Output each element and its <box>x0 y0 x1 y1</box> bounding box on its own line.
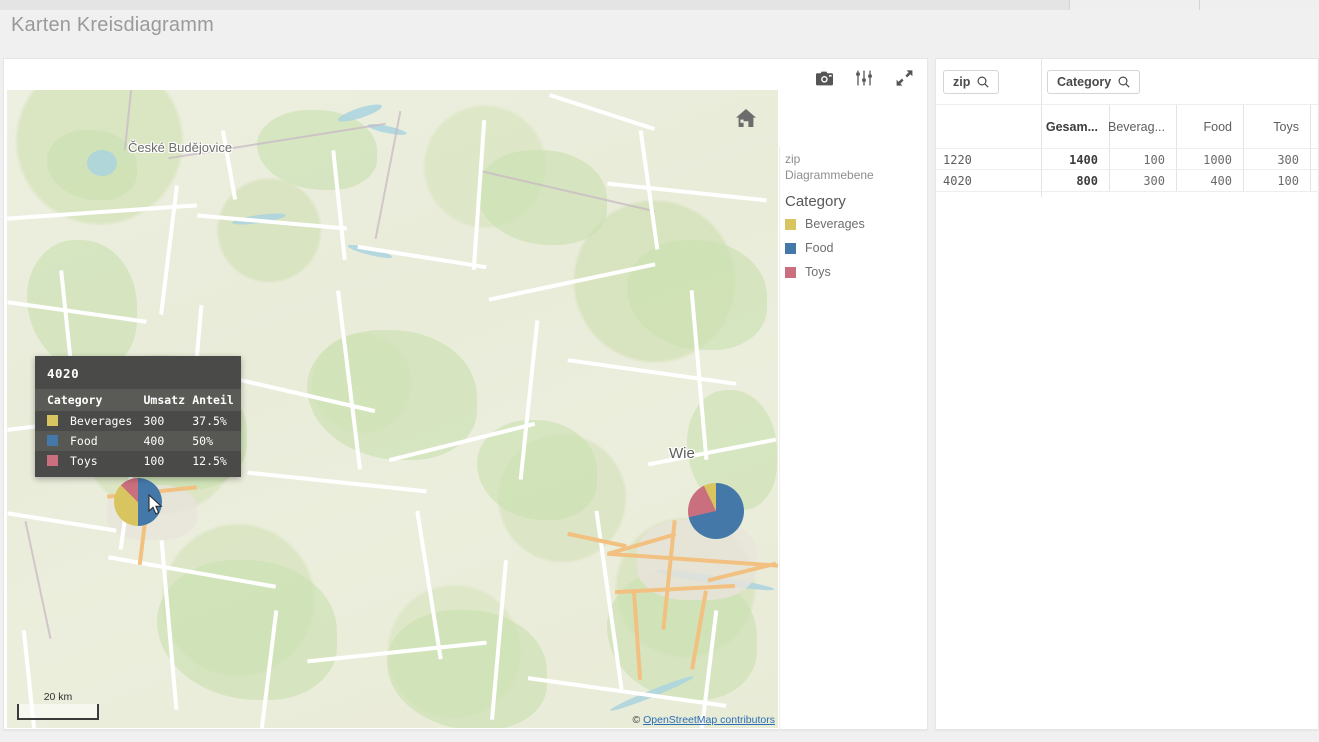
tooltip-cell-umsatz: 300 <box>143 414 165 428</box>
column-dimension-label: Category <box>1057 75 1112 89</box>
tooltip-cell-anteil: 12.5% <box>192 454 227 468</box>
tooltip-row: Food 400 50% <box>35 431 241 451</box>
search-icon[interactable] <box>977 76 989 88</box>
pivot-header-divider <box>1041 59 1042 105</box>
map-water <box>87 150 117 176</box>
color-swatch-icon <box>785 242 796 254</box>
tooltip-cell-umsatz: 100 <box>143 454 165 468</box>
map-city-label: Wie <box>669 445 695 462</box>
search-icon[interactable] <box>1118 76 1130 88</box>
legend-layer-name: Diagrammebene <box>785 168 874 182</box>
legend-field-name: zip <box>785 152 801 166</box>
legend-divider <box>779 147 780 742</box>
snapshot-icon[interactable] <box>813 67 835 89</box>
color-swatch-icon <box>785 266 796 278</box>
tooltip-cell-category: Food <box>35 431 144 451</box>
pivot-cell-food[interactable]: 400 <box>1176 170 1243 191</box>
tooltip-cell-anteil: 37.5% <box>192 414 227 428</box>
tooltip-cell-anteil: 50% <box>192 431 241 451</box>
row-dimension-button-zip[interactable]: zip <box>943 70 1000 94</box>
table-row[interactable]: 1220 1400 100 1000 300 <box>936 148 1318 170</box>
pivot-column-header-toys[interactable]: Toys <box>1243 105 1310 148</box>
tooltip-col-umsatz: Umsatz <box>143 389 193 411</box>
page-title: Karten Kreisdiagramm <box>11 14 214 36</box>
table-row[interactable]: 4020 800 300 400 100 <box>936 169 1318 191</box>
map-legend: zip Diagrammebene Category Beverages Foo… <box>785 151 925 289</box>
map-attribution: © OpenStreetMap contributors <box>632 714 775 726</box>
color-swatch-icon <box>47 435 58 446</box>
attribution-copyright: © <box>632 714 644 726</box>
tooltip-cell-category: Beverages <box>35 411 143 431</box>
pivot-cell-total[interactable]: 1400 <box>1041 149 1109 170</box>
fullscreen-icon[interactable] <box>893 67 915 89</box>
tooltip-cell-category: Toys <box>35 451 143 471</box>
map-city-label: České Budějovice <box>128 140 233 155</box>
tooltip-row: Beverages 300 37.5% <box>35 411 241 431</box>
color-swatch-icon <box>47 455 58 466</box>
tooltip-col-anteil: Anteil <box>192 389 241 411</box>
pivot-cell-toys[interactable]: 100 <box>1243 170 1310 191</box>
pivot-col-divider <box>1041 191 1042 197</box>
pivot-column-header-food[interactable]: Food <box>1176 105 1243 148</box>
map-scale-label: 20 km <box>43 691 73 703</box>
map-pie-tooltip: 4020 Category Umsatz Anteil Beverages 30… <box>35 356 241 477</box>
pivot-cell-toys[interactable]: 300 <box>1243 149 1310 170</box>
color-swatch-icon <box>47 415 58 426</box>
legend-item-food[interactable]: Food <box>785 241 925 255</box>
legend-item-label: Food <box>805 241 834 255</box>
tooltip-col-category: Category <box>35 389 144 411</box>
sliders-icon[interactable] <box>853 67 875 89</box>
tooltip-table: Category Umsatz Anteil Beverages 300 37.… <box>35 389 241 471</box>
pivot-table-bottom-border <box>936 191 1319 192</box>
tooltip-title: 4020 <box>47 366 80 381</box>
attribution-link[interactable]: OpenStreetMap contributors <box>643 714 775 726</box>
legend-item-toys[interactable]: Toys <box>785 265 925 279</box>
pivot-column-header-total[interactable]: Gesam... <box>1041 105 1109 148</box>
mouse-cursor-icon <box>148 493 164 521</box>
pivot-table-header: zip Category <box>936 59 1318 105</box>
pivot-column-headers: Gesam... Beverag... Food Toys <box>936 105 1318 148</box>
pivot-col-divider <box>1310 105 1311 191</box>
color-swatch-icon <box>785 218 796 230</box>
legend-item-label: Beverages <box>805 217 865 231</box>
pivot-row-label[interactable]: 4020 <box>936 170 1041 191</box>
pivot-row-label[interactable]: 1220 <box>936 149 1041 170</box>
pivot-table-object: zip Category Gesam... Beverag... Food To… <box>935 58 1319 730</box>
column-dimension-button-category[interactable]: Category <box>1047 70 1141 94</box>
map-home-icon[interactable] <box>734 106 758 130</box>
legend-item-label: Toys <box>805 265 831 279</box>
legend-item-beverages[interactable]: Beverages <box>785 217 925 231</box>
pivot-cell-total[interactable]: 800 <box>1041 170 1109 191</box>
pivot-cell-beverages[interactable]: 300 <box>1109 170 1176 191</box>
tab-strip-segment-2[interactable] <box>1070 0 1200 10</box>
pivot-column-header-beverages[interactable]: Beverag... <box>1108 105 1176 148</box>
pie-marker-1220[interactable] <box>688 483 744 539</box>
map-canvas[interactable]: České Budějovice Wie 4020 Category Umsat… <box>7 90 778 728</box>
tab-strip-segment-1[interactable] <box>0 0 1070 10</box>
row-dimension-label: zip <box>953 75 971 89</box>
tooltip-row: Toys 100 12.5% <box>35 451 241 471</box>
top-tab-strip <box>0 0 1319 10</box>
map-chart-object: České Budějovice Wie 4020 Category Umsat… <box>3 58 928 742</box>
map-toolbar <box>807 65 921 91</box>
legend-title: Category <box>785 193 846 210</box>
app-window: Karten Kreisdiagramm České Budějovice Wi… <box>0 0 1319 742</box>
map-scalebar: 20 km <box>17 691 99 720</box>
pivot-cell-beverages[interactable]: 100 <box>1109 149 1176 170</box>
pivot-cell-food[interactable]: 1000 <box>1176 149 1243 170</box>
tab-strip-segment-3[interactable] <box>1200 0 1319 10</box>
tooltip-cell-umsatz: 400 <box>143 431 193 451</box>
